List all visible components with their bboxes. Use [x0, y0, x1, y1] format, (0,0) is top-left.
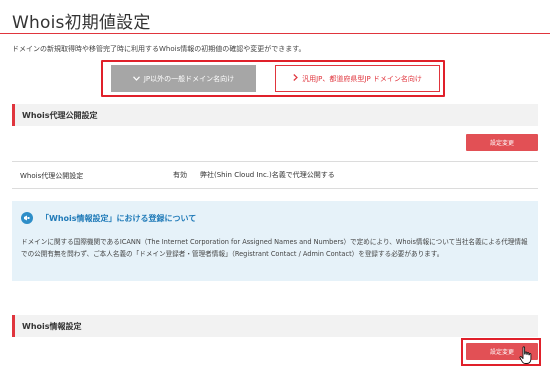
intro-text: ドメインの新規取得時や移管完了時に利用するWhois情報の初期値の確認や変更がで…: [12, 45, 306, 53]
whois-section-heading: Whois情報設定: [12, 315, 538, 337]
proxy-settings-change-button[interactable]: 設定変更: [466, 134, 538, 151]
info-title: 「Whois情報設定」における登録について: [41, 214, 197, 223]
proxy-description: 弊社(Shin Cloud Inc.)名義で代理公開する: [200, 171, 335, 179]
proxy-status-value: 有効: [173, 171, 187, 179]
tab-non-jp-label: JP以外の一般ドメイン名向け: [143, 74, 235, 83]
megaphone-icon: [21, 212, 33, 224]
tab-non-jp-domains[interactable]: JP以外の一般ドメイン名向け: [111, 65, 256, 92]
page-title: Whois初期値設定: [12, 13, 151, 33]
proxy-section-heading: Whois代理公開設定: [12, 104, 538, 126]
title-underline: [0, 33, 550, 34]
hand-cursor-icon: [519, 346, 532, 364]
tab-jp-domains[interactable]: 汎用JP、都道府県型JP ドメイン名向け: [275, 65, 440, 92]
whois-section-title: Whois情報設定: [22, 321, 82, 331]
row-divider: [12, 161, 538, 162]
info-body: ドメインに関する国際機関であるICANN（The Internet Corpor…: [21, 238, 528, 258]
chevron-down-icon: [132, 75, 140, 83]
tab-jp-label: 汎用JP、都道府県型JP ドメイン名向け: [302, 74, 422, 83]
proxy-row-label: Whois代理公開設定: [20, 172, 84, 180]
proxy-section-title: Whois代理公開設定: [22, 110, 98, 120]
row-divider: [12, 188, 538, 189]
chevron-right-icon: [293, 74, 298, 83]
